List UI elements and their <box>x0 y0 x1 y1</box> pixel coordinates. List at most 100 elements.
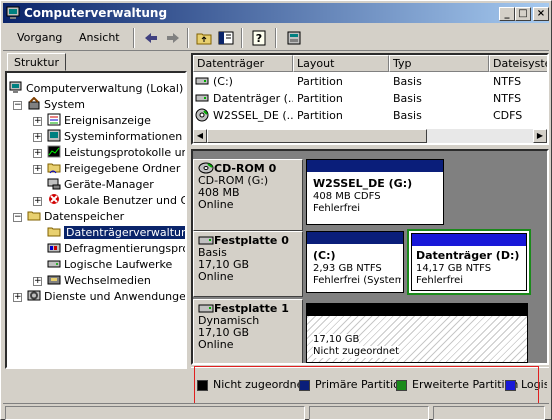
volume-w2ssel-de[interactable]: W2SSEL_DE (G:) 408 MB CDFS Fehlerfrei <box>306 159 444 225</box>
expander-local-users[interactable]: + <box>33 197 42 206</box>
expander-event-viewer[interactable]: + <box>33 117 42 126</box>
volume-size: 2,93 GB NTFS <box>313 263 382 274</box>
cell-volume: W2SSEL_DE (... <box>213 109 293 122</box>
cell-type: Basis <box>393 109 422 122</box>
list-row[interactable]: W2SSEL_DE (... Partition Basis CDFS <box>193 107 547 124</box>
users-icon <box>49 194 59 204</box>
toolbar-separator <box>241 28 243 48</box>
tree-item-label: Freigegebene Ordner <box>64 162 181 175</box>
disk-label-festplatte-0[interactable]: Festplatte 0 Basis 17,10 GB Online <box>193 231 303 297</box>
cell-volume: (C:) <box>213 75 233 88</box>
toolbar: Vorgang Ansicht ? <box>3 25 549 51</box>
volume-size: 17,10 GB <box>313 334 360 346</box>
expander-services[interactable]: + <box>13 293 22 302</box>
expander-system-info[interactable]: + <box>33 133 42 142</box>
volume-d[interactable]: Datenträger (D:) 14,17 GB NTFS Fehlerfre… <box>411 233 527 291</box>
scroll-right-arrow-icon[interactable]: ▶ <box>533 129 547 143</box>
help-icon[interactable]: ? <box>251 30 267 46</box>
cell-volume: Datenträger (... <box>213 92 293 105</box>
tree-item-removable-media[interactable]: Wechselmedien <box>47 273 151 289</box>
cell-filesystem: NTFS <box>493 75 522 88</box>
list-row[interactable]: Datenträger (... Partition Basis NTFS <box>193 90 547 107</box>
tree-item-disk-management[interactable]: Datenträgerverwaltung <box>47 225 185 241</box>
volume-size: 408 MB CDFS <box>313 191 381 202</box>
volume-color-bar <box>307 160 443 172</box>
toolbar-separator <box>133 28 135 48</box>
tree-item-label: Datenspeicher <box>44 210 125 223</box>
defrag-icon <box>47 243 61 253</box>
expander-removable-media[interactable]: + <box>33 277 42 286</box>
title-bar[interactable]: Computerverwaltung _ □ × <box>3 3 549 23</box>
disk-label-cdrom-0[interactable]: CD-ROM 0 CD-ROM (G:) 408 MB Online <box>193 159 303 231</box>
up-folder-icon[interactable] <box>196 30 212 46</box>
expander-performance[interactable]: + <box>33 149 42 158</box>
column-header-volume[interactable]: Datenträger <box>193 55 293 72</box>
performance-icon <box>47 145 61 158</box>
maximize-button[interactable]: □ <box>515 7 531 21</box>
column-header-layout[interactable]: Layout <box>293 55 389 72</box>
volume-c[interactable]: (C:) 2,93 GB NTFS Fehlerfrei (System <box>306 231 404 293</box>
volume-name: W2SSEL_DE (G:) <box>313 177 413 190</box>
cell-layout: Partition <box>297 75 343 88</box>
list-row[interactable]: (C:) Partition Basis NTFS <box>193 73 547 90</box>
expander-storage[interactable]: − <box>13 213 22 222</box>
tree-item-label: System <box>44 98 86 111</box>
status-bar <box>3 403 549 420</box>
tree-item-label: Lokale Benutzer und Grup <box>64 194 185 207</box>
minimize-button[interactable]: _ <box>499 7 515 21</box>
scroll-left-arrow-icon[interactable]: ◀ <box>193 129 207 143</box>
volume-color-bar <box>412 234 526 246</box>
show-hide-tree-icon[interactable] <box>218 30 234 46</box>
tree-item-shared-folders[interactable]: Freigegebene Ordner <box>47 161 180 177</box>
tree-item-services[interactable]: Dienste und Anwendungen <box>27 289 187 305</box>
device-manager-icon <box>47 178 61 190</box>
tree-item-device-manager[interactable]: Geräte-Manager <box>47 177 154 193</box>
action-menu-button[interactable]: Vorgang <box>13 28 66 48</box>
volume-size: 14,17 GB NTFS <box>416 263 492 274</box>
tree-item-performance-logs[interactable]: Leistungsprotokolle und W <box>47 145 185 161</box>
tree-item-computer-management[interactable]: Computerverwaltung (Lokal) <box>9 81 183 97</box>
expander-shared-folders[interactable]: + <box>33 165 42 174</box>
system-info-icon <box>47 129 61 142</box>
horizontal-scrollbar[interactable]: ◀ ▶ <box>193 129 547 143</box>
tab-struktur[interactable]: Struktur <box>7 53 66 71</box>
hard-disk-icon <box>198 304 214 313</box>
tree-item-event-viewer[interactable]: Ereignisanzeige <box>47 113 151 129</box>
scrollbar-thumb[interactable] <box>207 129 427 143</box>
status-panel <box>433 406 545 420</box>
logical-drives-icon <box>47 260 61 268</box>
close-button[interactable]: × <box>533 7 549 21</box>
tree-item-label: Logische Laufwerke <box>64 258 173 271</box>
volume-d-extended[interactable]: Datenträger (D:) 14,17 GB NTFS Fehlerfre… <box>407 229 531 295</box>
volume-status: Fehlerfrei (System <box>313 275 401 286</box>
disk-label-festplatte-1[interactable]: Festplatte 1 Dynamisch 17,10 GB Online <box>193 299 303 363</box>
tree-item-label: Dienste und Anwendungen <box>44 290 187 303</box>
tree-item-defragmentation[interactable]: Defragmentierungsprogr <box>47 241 185 257</box>
volume-name: Datenträger (D:) <box>416 249 520 262</box>
disk-graphical-pane[interactable]: CD-ROM 0 CD-ROM (G:) 408 MB Online W2SSE… <box>191 149 549 365</box>
toolbar-separator <box>275 28 277 48</box>
tree-item-label: Datenträgerverwaltung <box>64 226 185 239</box>
column-header-filesystem[interactable]: Dateisystem <box>489 55 547 72</box>
tree-item-system-info[interactable]: Systeminformationen <box>47 129 182 145</box>
properties-icon[interactable] <box>286 30 302 46</box>
status-panel <box>309 406 429 420</box>
tree-item-local-users[interactable]: Lokale Benutzer und Grup <box>47 193 185 209</box>
volume-color-bar <box>307 232 403 244</box>
tree-item-label: Ereignisanzeige <box>64 114 151 127</box>
column-header-type[interactable]: Typ <box>389 55 489 72</box>
volume-unallocated[interactable]: 17,10 GB Nicht zugeordnet <box>306 303 528 363</box>
cd-icon <box>195 108 209 122</box>
back-arrow-icon[interactable] <box>143 30 159 46</box>
tree-item-system[interactable]: System <box>27 97 85 113</box>
tree-item-storage[interactable]: Datenspeicher <box>27 209 124 225</box>
event-viewer-icon <box>47 113 61 126</box>
tree-pane[interactable]: Computerverwaltung (Lokal) − System + Er… <box>5 71 187 369</box>
view-menu-button[interactable]: Ansicht <box>75 28 124 48</box>
tree-item-label: Computerverwaltung (Lokal) <box>26 82 184 95</box>
disk-status: Online <box>198 198 234 211</box>
expander-system[interactable]: − <box>13 101 22 110</box>
tree-item-logical-drives[interactable]: Logische Laufwerke <box>47 257 172 273</box>
toolbar-separator <box>187 28 189 48</box>
forward-arrow-icon[interactable] <box>165 30 181 46</box>
